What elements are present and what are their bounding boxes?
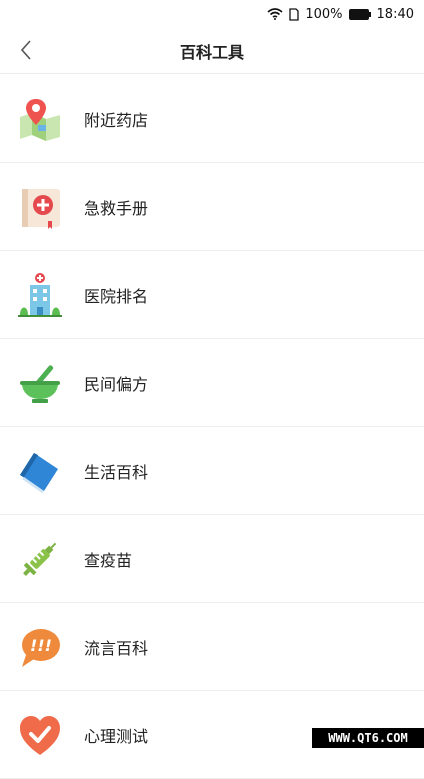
page-title: 百科工具 [179,43,244,62]
list-item-rumor-encyclopedia[interactable]: !!! 流言百科 [0,603,424,691]
battery-percent: 100% [305,6,343,22]
hospital-icon [16,271,64,319]
watermark: WWW.QT6.COM [312,728,424,748]
tool-list: 附近药店 急救手册 医院排名 民间偏方 生活百科 查疫苗 !!! 流言百科 心理… [0,75,424,779]
list-item-label: 附近药店 [84,110,149,130]
svg-text:!!!: !!! [30,636,52,655]
list-item-label: 生活百科 [84,462,149,482]
nav-header: 百科工具 [0,28,424,74]
list-item-label: 急救手册 [84,198,149,218]
list-item-label: 民间偏方 [84,374,149,394]
first-aid-book-icon [16,183,64,231]
clock: 18:40 [376,6,414,22]
list-item-hospital-ranking[interactable]: 医院排名 [0,251,424,339]
map-pin-icon [16,95,64,143]
status-bar: 100% 18:40 [0,0,424,28]
list-item-life-encyclopedia[interactable]: 生活百科 [0,427,424,515]
list-item-label: 医院排名 [84,286,149,306]
list-item-label: 流言百科 [84,638,149,658]
book-icon [16,447,64,495]
speech-bubble-exclaim-icon: !!! [16,623,64,671]
list-item-label: 心理测试 [84,726,149,746]
list-item-first-aid-manual[interactable]: 急救手册 [0,163,424,251]
heart-check-icon [16,711,64,759]
mortar-pestle-icon [16,359,64,407]
battery-icon [348,8,371,20]
wifi-icon [267,8,283,20]
sim-icon [289,7,300,21]
list-item-nearby-pharmacy[interactable]: 附近药店 [0,75,424,163]
list-item-folk-remedies[interactable]: 民间偏方 [0,339,424,427]
list-item-check-vaccines[interactable]: 查疫苗 [0,515,424,603]
syringe-icon [16,535,64,583]
list-item-label: 查疫苗 [84,550,133,570]
